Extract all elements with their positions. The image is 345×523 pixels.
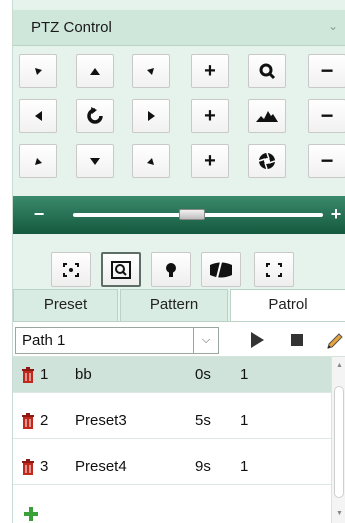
wiper-icon [210,261,232,278]
play-icon [251,332,264,348]
row-time: 5s [195,412,211,429]
arrow-down-icon [90,158,100,165]
speed-slider-thumb[interactable] [179,209,205,220]
chevron-down-icon[interactable]: ⌄ [326,19,340,33]
scrollbar-thumb[interactable] [334,386,344,498]
pencil-icon [327,333,343,349]
tab-preset[interactable]: Preset [13,289,118,321]
stop-button[interactable] [288,331,306,349]
edit-button[interactable] [327,331,345,349]
3d-position-icon [63,262,79,277]
row-number: 3 [40,458,49,475]
row-preset: Preset3 [75,412,127,429]
rotate-icon [87,107,103,124]
light-button[interactable] [151,252,191,287]
move-up-left-button[interactable] [19,54,57,88]
patrol-path-value: Path 1 [22,332,66,349]
plus-icon: + [204,104,216,127]
aux-function-row [51,252,341,288]
regional-exposure-button[interactable] [254,252,294,287]
chevron-down-icon[interactable]: ⌵ [193,328,218,353]
tab-pattern[interactable]: Pattern [120,289,228,321]
arrow-up-icon [90,68,100,75]
zoom-label [248,54,286,88]
list-item[interactable]: 3 Preset4 9s 1 [13,449,331,485]
arrow-left-icon [35,111,42,121]
scroll-up-icon[interactable]: ▲ [332,359,345,373]
move-down-button[interactable] [76,144,114,178]
row-number: 2 [40,412,49,429]
list-item[interactable]: 2 Preset3 5s 1 [13,403,331,439]
ptz-tabs: Preset Pattern Patrol [13,289,345,321]
zoom-out-button[interactable]: − [308,54,345,88]
row-speed: 1 [240,412,249,429]
row-preset: Preset4 [75,458,127,475]
zoom-in-button[interactable]: + [191,54,229,88]
row-speed: 1 [240,458,249,475]
row-time: 9s [195,458,211,475]
focus-label [248,99,286,133]
add-plus-icon[interactable] [23,506,39,522]
move-down-left-button[interactable] [19,144,57,178]
patrol-preset-list: 1 bb 0s 1 2 Preset3 5s 1 3 Preset4 9s 1 … [13,357,345,523]
speed-slider-bar: − + [13,196,345,234]
iris-close-button[interactable]: − [308,144,345,178]
panel-title: PTZ Control [31,19,112,36]
focus-near-button[interactable]: + [191,99,229,133]
regional-focus-icon [111,260,131,279]
regional-focus-button[interactable] [101,252,141,287]
trash-icon[interactable] [21,367,35,383]
move-down-right-button[interactable] [132,144,170,178]
minus-icon: − [320,148,334,173]
iris-icon [258,152,276,170]
move-right-button[interactable] [132,99,170,133]
plus-icon: + [204,59,216,82]
move-up-button[interactable] [76,54,114,88]
play-button[interactable] [248,331,266,349]
speed-decrease-button[interactable]: − [31,204,47,225]
patrol-path-select[interactable]: Path 1 ⌵ [15,327,219,354]
trash-icon[interactable] [21,459,35,475]
scroll-down-icon[interactable]: ▼ [332,507,345,521]
move-up-right-button[interactable] [132,54,170,88]
zoom-icon [259,63,276,80]
move-left-button[interactable] [19,99,57,133]
panel-titlebar[interactable]: PTZ Control ⌄ [13,10,345,46]
list-scrollbar[interactable]: ▲ ▼ [331,357,345,523]
ptz-control-panel: PTZ Control ⌄ + − + − + − − + Preset Pat… [12,0,345,523]
stop-icon [291,334,303,346]
wiper-button[interactable] [201,252,241,287]
3d-positioning-button[interactable] [51,252,91,287]
list-item[interactable]: 1 bb 0s 1 [13,357,331,393]
minus-icon: − [320,58,334,83]
arrow-up-right-icon [147,68,154,75]
plus-icon: + [204,149,216,172]
patrol-toolbar: Path 1 ⌵ [13,321,345,357]
arrow-right-icon [148,111,155,121]
light-bulb-icon [166,262,176,277]
row-time: 0s [195,366,211,383]
focus-far-button[interactable]: − [308,99,345,133]
trash-icon[interactable] [21,413,35,429]
tab-patrol[interactable]: Patrol [230,289,345,321]
arrow-up-left-icon [35,68,42,75]
auto-pan-button[interactable] [76,99,114,133]
focus-icon [256,111,278,122]
minus-icon: − [320,103,334,128]
row-preset: bb [75,366,92,383]
row-number: 1 [40,366,49,383]
speed-increase-button[interactable]: + [328,204,344,225]
arrow-down-left-icon [35,158,42,165]
iris-open-button[interactable]: + [191,144,229,178]
regional-exposure-icon [266,262,282,277]
row-speed: 1 [240,366,249,383]
arrow-down-right-icon [147,158,154,165]
iris-label [248,144,286,178]
